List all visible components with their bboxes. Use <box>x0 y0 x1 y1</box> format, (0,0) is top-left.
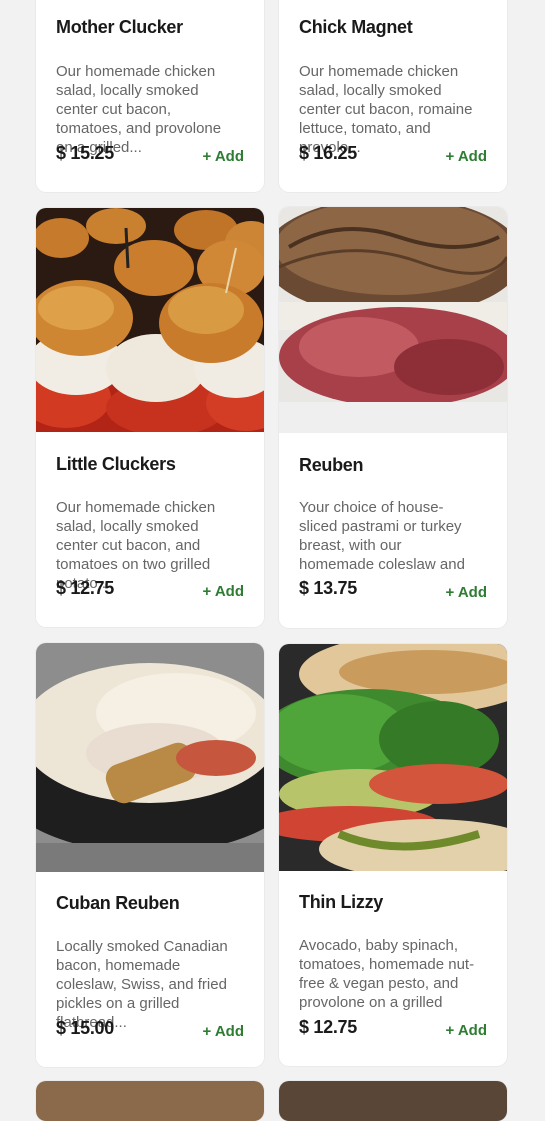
item-price: $ 12.75 <box>56 578 114 598</box>
menu-item-card[interactable]: Chick Magnet Our homemade chicken salad,… <box>279 0 507 192</box>
item-price: $ 15.00 <box>56 1018 114 1038</box>
item-description: Avocado, baby spinach, tomatoes, homemad… <box>299 937 475 1011</box>
add-button[interactable]: + Add <box>445 584 487 601</box>
item-photo <box>279 644 507 871</box>
item-title: Cuban Reuben <box>56 893 180 913</box>
item-photo <box>279 207 507 433</box>
menu-item-card[interactable]: Mother Clucker Our homemade chicken sala… <box>36 0 264 192</box>
add-button[interactable]: + Add <box>202 583 244 600</box>
item-title: Reuben <box>299 455 364 475</box>
item-price: $ 16.25 <box>299 143 357 163</box>
item-description: Our homemade chicken salad, locally smok… <box>56 499 216 588</box>
item-description: Your choice of house-sliced pastrami or … <box>299 499 465 573</box>
add-button[interactable]: + Add <box>202 148 244 165</box>
item-price: $ 12.75 <box>299 1017 357 1037</box>
item-title: Little Cluckers <box>56 454 176 474</box>
add-button[interactable]: + Add <box>445 1022 487 1039</box>
item-photo <box>36 643 264 872</box>
item-price: $ 15.25 <box>56 143 114 163</box>
menu-item-card[interactable]: Reuben Your choice of house-sliced pastr… <box>279 207 507 628</box>
menu-item-card[interactable] <box>36 1081 264 1121</box>
item-photo <box>279 1081 507 1121</box>
menu-item-card[interactable] <box>279 1081 507 1121</box>
item-title: Thin Lizzy <box>299 892 383 912</box>
item-title: Mother Clucker <box>56 17 183 37</box>
item-photo <box>36 208 264 432</box>
add-button[interactable]: + Add <box>202 1023 244 1040</box>
item-title: Chick Magnet <box>299 17 413 37</box>
menu-item-card[interactable]: Thin Lizzy Avocado, baby spinach, tomato… <box>279 644 507 1066</box>
item-photo <box>36 1081 264 1121</box>
item-price: $ 13.75 <box>299 578 357 598</box>
add-button[interactable]: + Add <box>445 148 487 165</box>
menu-item-card[interactable]: Cuban Reuben Locally smoked Canadian bac… <box>36 643 264 1067</box>
menu-item-card[interactable]: Little Cluckers Our homemade chicken sal… <box>36 208 264 627</box>
